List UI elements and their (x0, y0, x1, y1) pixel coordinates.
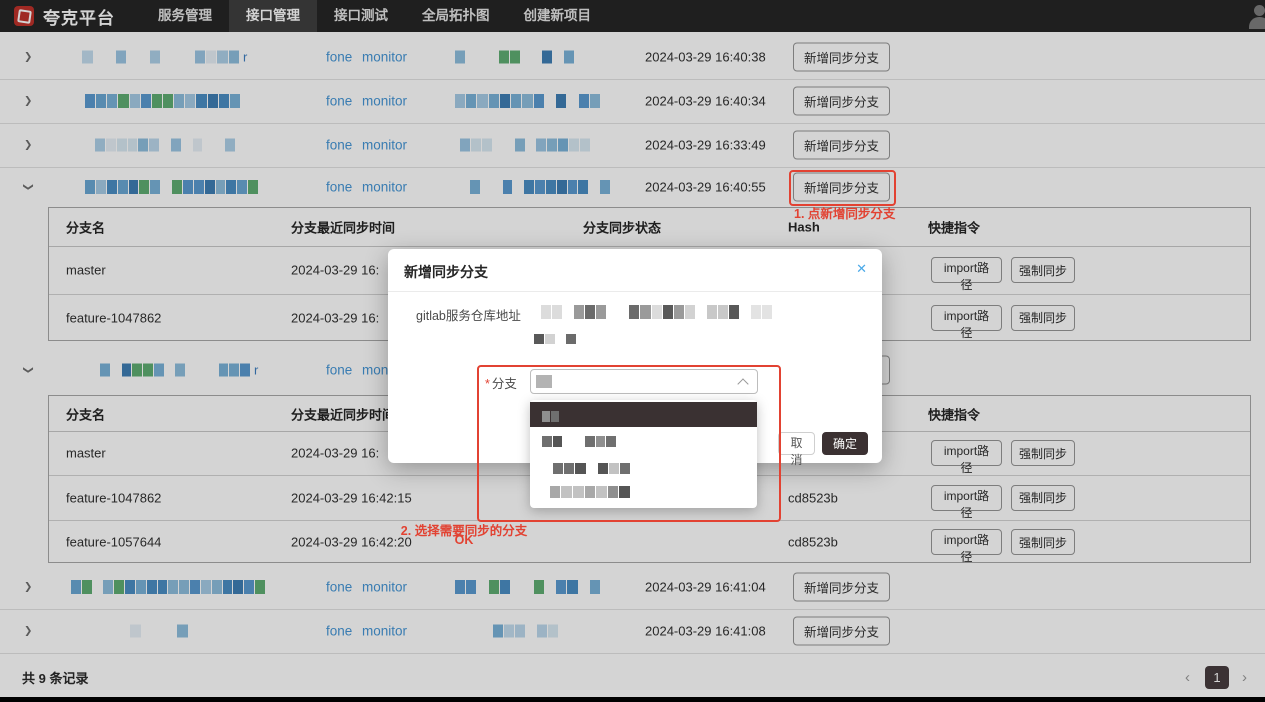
redacted-option-text (542, 436, 616, 447)
dropdown-option-selected[interactable] (530, 402, 757, 427)
redacted-option-text (542, 463, 630, 474)
cancel-button[interactable]: 取消 (778, 432, 815, 455)
redacted-option-text (538, 486, 630, 498)
branch-dropdown-list (530, 400, 757, 508)
annotation-step1-label: 1. 点新增同步分支 (794, 203, 895, 222)
redacted-gitlab-address (530, 305, 772, 319)
dropdown-option[interactable] (530, 431, 757, 453)
redacted-option-text (542, 411, 559, 422)
close-icon[interactable]: ✕ (856, 261, 867, 277)
annotation-ok-label: OK (399, 533, 529, 547)
branch-select[interactable] (530, 369, 758, 394)
modal-title: 新增同步分支 (404, 262, 488, 282)
redacted-gitlab-address-line2 (534, 334, 576, 344)
chevron-up-icon (737, 378, 748, 389)
ok-button[interactable]: 确定 (822, 432, 868, 455)
gitlab-repo-label: gitlab服务仓库地址 (416, 305, 521, 324)
frame-edge (0, 697, 1265, 702)
dropdown-option[interactable] (530, 458, 757, 480)
branch-field-label: *分支 (485, 373, 517, 392)
redacted-selected-branch (536, 375, 552, 388)
required-mark: * (485, 377, 490, 391)
dropdown-option[interactable] (530, 481, 757, 503)
modal-divider (388, 291, 882, 292)
